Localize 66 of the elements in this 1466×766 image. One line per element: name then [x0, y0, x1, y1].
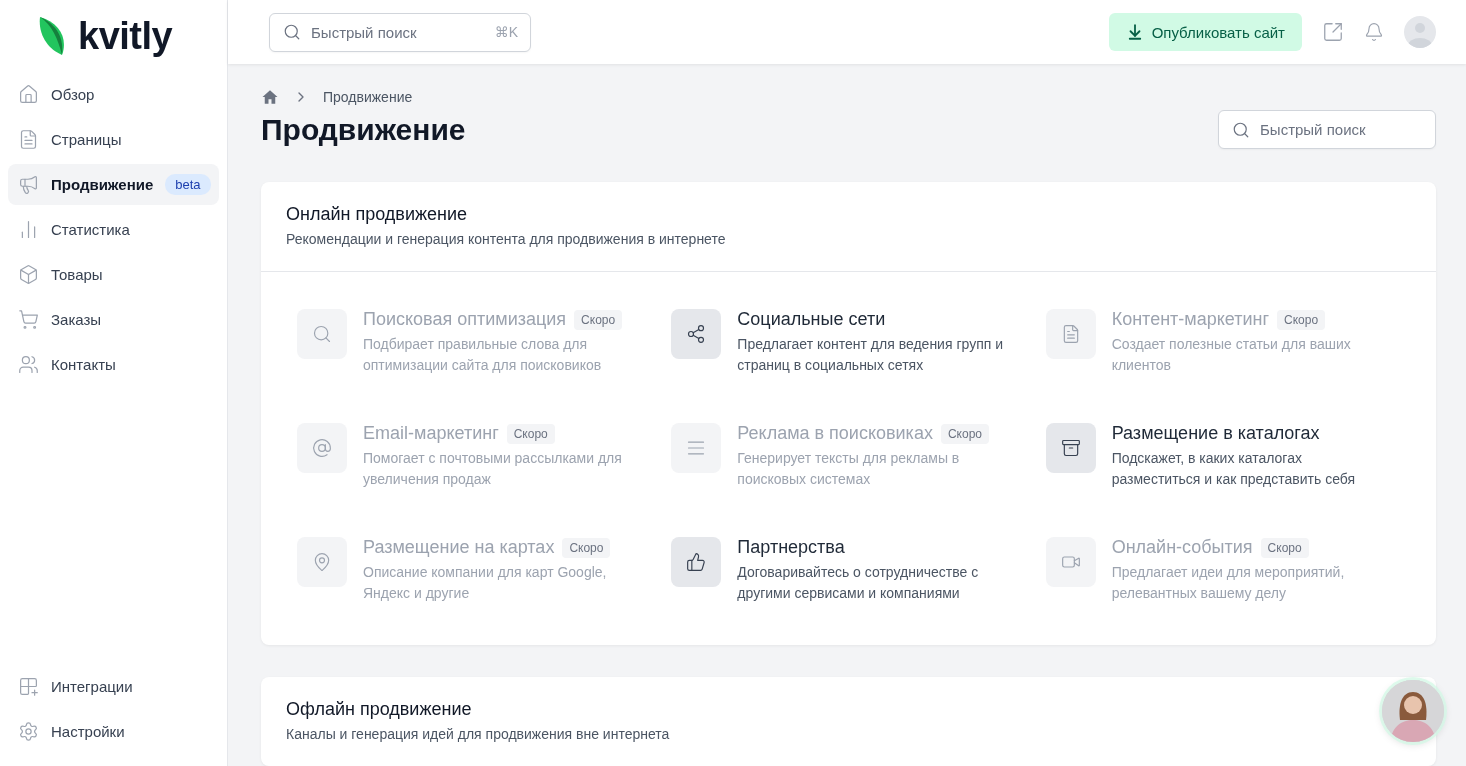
sidebar-item[interactable]: Заказы — [8, 299, 219, 340]
feature-title[interactable]: Размещение в каталогах — [1111, 423, 1320, 444]
shortcut-hint: ⌘K — [494, 24, 518, 40]
feature-description: Описание компании для карт Google, Яндекс и другие — [363, 563, 608, 603]
nav-icon — [18, 309, 39, 330]
feature-title: Размещение на картах — [363, 537, 555, 558]
feature-title[interactable]: Партнерства — [737, 537, 845, 558]
feature-description: Помогает с почтовыми рассылками для увеличения продаж — [363, 449, 623, 489]
logo-text: kvitly — [78, 14, 173, 58]
sidebar-item[interactable]: Продвижение beta — [8, 164, 219, 205]
sidebar-item[interactable]: Товары — [8, 254, 219, 295]
breadcrumb-link[interactable]: Продвижение — [323, 89, 413, 105]
soon-badge: Скоро — [1277, 309, 1326, 330]
nav-icon — [18, 721, 39, 742]
sidebar-item[interactable]: Страницы — [8, 119, 219, 160]
sidebar-item[interactable]: Обзор — [8, 74, 219, 115]
section-subtitle: Каналы и генерация идей для продвижения вне интернета — [286, 726, 671, 742]
feature-description: Создает полезные статьи для ваших клиентов — [1111, 335, 1352, 375]
sidebar-item[interactable]: Статистика — [8, 209, 219, 250]
feature-description: Предлагает контент для ведения групп и страниц в социальных сетях — [737, 335, 1004, 375]
thumbs-up-icon — [686, 552, 707, 572]
soon-badge: Скоро — [506, 423, 555, 444]
feature-title: Email-маркетинг — [363, 423, 499, 444]
home-icon[interactable] — [261, 88, 279, 106]
feature-title: Реклама в поисковиках — [737, 423, 933, 444]
nav-icon — [18, 129, 39, 150]
feature-description: Подскажет, в каких каталогах разместиться и как представить себя — [1111, 449, 1357, 489]
soon-badge: Скоро — [574, 309, 623, 330]
share-icon — [686, 324, 707, 344]
nav-icon — [18, 676, 39, 697]
archive-icon — [1060, 438, 1081, 458]
feature-icon-tile[interactable] — [671, 537, 722, 587]
map-pin-icon — [312, 552, 332, 572]
sidebar-item[interactable]: Интеграции — [8, 666, 219, 707]
nav-icon — [18, 354, 39, 375]
feature-title: Контент-маркетинг — [1111, 309, 1269, 330]
section-title: Офлайн продвижение — [286, 699, 473, 720]
publish-button[interactable]: Опубликовать сайт — [1108, 13, 1302, 51]
at-sign-icon — [312, 438, 332, 458]
feature-description: Предлагает идеи для мероприятий, релевантных вашему делу — [1111, 563, 1346, 603]
soon-badge: Скоро — [562, 537, 611, 558]
sidebar-item[interactable]: Настройки — [8, 711, 219, 752]
nav-icon — [18, 84, 39, 105]
soon-badge: Скоро — [1260, 537, 1309, 558]
feature-icon-tile[interactable] — [1045, 423, 1096, 473]
feature-title: Поисковая оптимизация — [363, 309, 567, 330]
feature-description: Договаривайтесь о сотрудничестве с другими сервисами и компаниями — [737, 563, 980, 603]
search-icon — [312, 324, 332, 344]
nav-icon — [18, 174, 39, 195]
soon-badge: Скоро — [940, 423, 989, 444]
sidebar-item[interactable]: Контакты — [8, 344, 219, 385]
search-icon — [1232, 120, 1250, 139]
leaf-logo-icon — [38, 15, 66, 57]
feature-title[interactable]: Социальные сети — [737, 309, 886, 330]
page-title: Продвижение — [261, 112, 466, 147]
search-icon — [283, 23, 301, 41]
feature-description: Подбирает правильные слова для оптимизации сайта для поисковиков — [363, 335, 603, 375]
feature-icon-tile[interactable] — [671, 309, 722, 359]
nav-icon — [18, 264, 39, 285]
search-field[interactable]: Быстрый поиск — [1218, 110, 1436, 149]
beta-badge: beta — [165, 174, 211, 195]
section-subtitle: Рекомендации и генерация контента для продвижения в интернете — [286, 231, 727, 247]
support-avatar[interactable] — [1382, 680, 1444, 742]
feature-title: Онлайн-события — [1111, 537, 1253, 558]
section-title: Онлайн продвижение — [286, 204, 468, 225]
feature-description: Генерирует тексты для рекламы в поисковых системах — [737, 449, 961, 489]
